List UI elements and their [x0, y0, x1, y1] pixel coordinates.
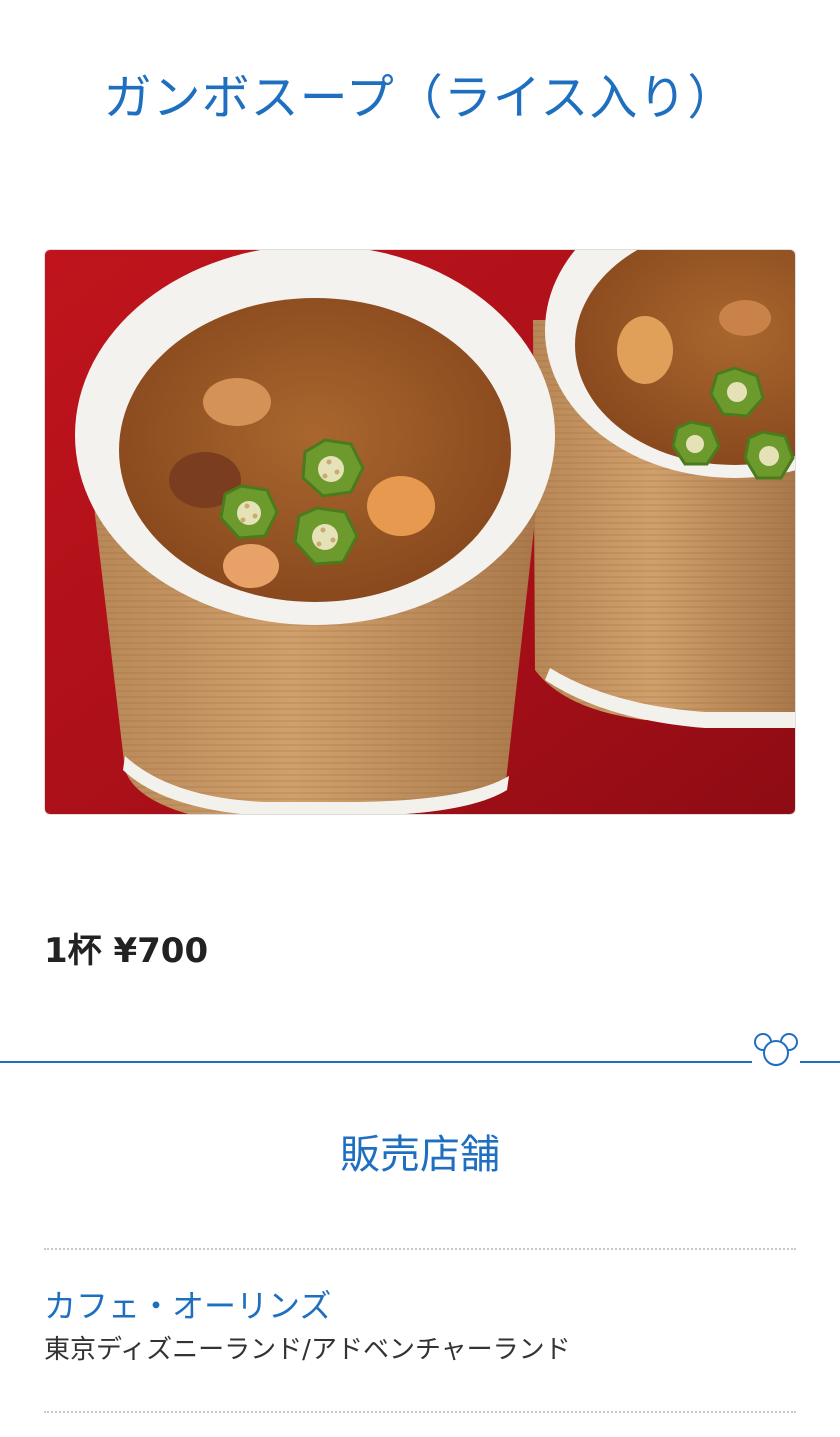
- mickey-head-icon: [752, 1031, 800, 1067]
- product-photo: [44, 249, 796, 815]
- price-label: 1杯 ¥700: [44, 931, 209, 971]
- stores-heading: 販売店舗: [340, 1132, 500, 1178]
- store-link-cafe-orleans[interactable]: カフェ・オーリンズ 東京ディズニーランド/アドベンチャーランド: [44, 1284, 796, 1394]
- page-title: ガンボスープ（ライス入り）: [103, 70, 737, 126]
- store-name: カフェ・オーリンズ: [44, 1287, 332, 1325]
- store-list-divider-bottom: [44, 1411, 796, 1413]
- section-divider: [0, 1061, 840, 1063]
- store-list-divider-top: [44, 1248, 796, 1250]
- store-location: 東京ディズニーランド/アドベンチャーランド: [44, 1335, 571, 1365]
